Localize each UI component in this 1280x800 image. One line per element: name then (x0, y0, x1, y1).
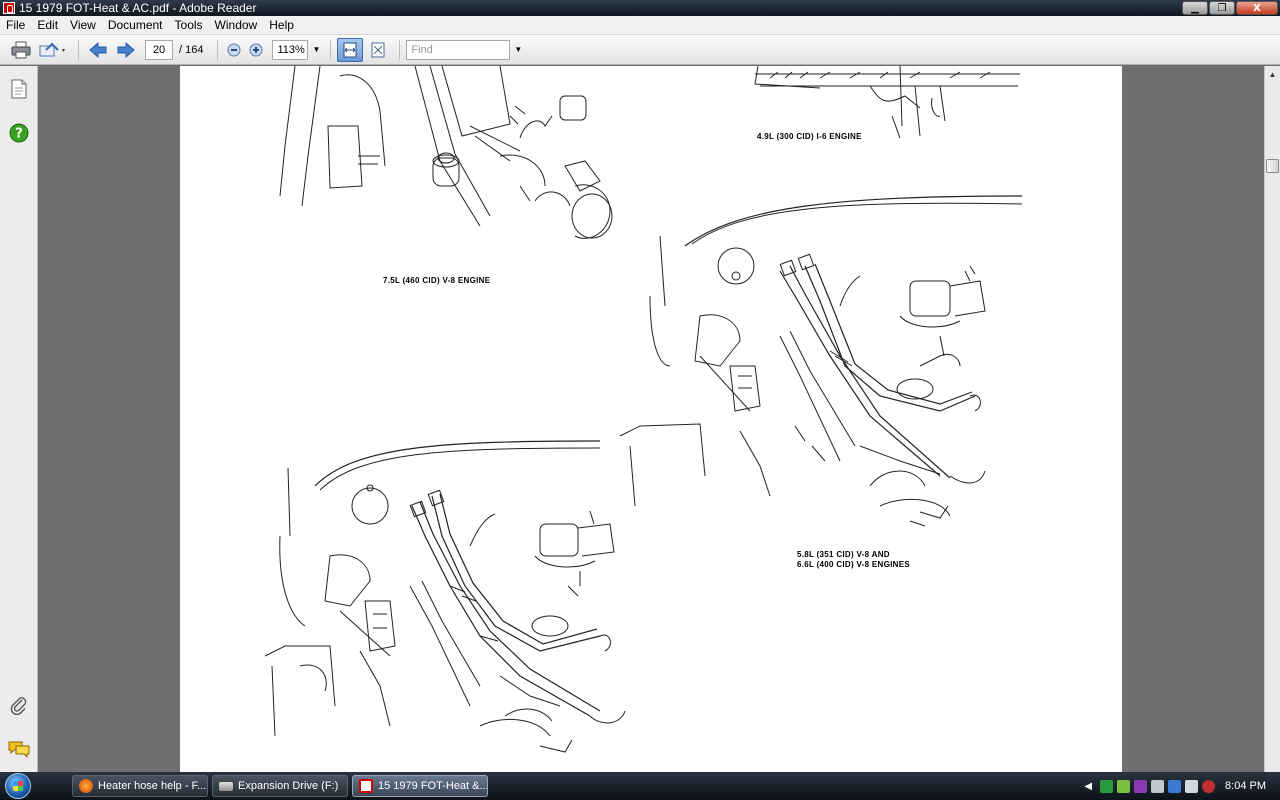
system-tray: ◀ 8:04 PM (1084, 772, 1280, 800)
fit-width-button[interactable] (337, 37, 364, 62)
menu-view[interactable]: View (64, 18, 102, 32)
previous-page-button[interactable] (85, 38, 111, 62)
v8-bottom-engine-drawing (264, 440, 626, 753)
comment-bubbles-icon (8, 741, 30, 758)
power-warning-icon[interactable] (1202, 779, 1216, 793)
caption-v8-351-line1: 5.8L (351 CID) V-8 AND (797, 550, 890, 559)
toolbar-separator (78, 39, 79, 60)
svg-text:?: ? (15, 127, 23, 142)
share-icon (39, 42, 65, 56)
next-page-button[interactable] (113, 38, 139, 62)
restore-button[interactable]: ❐ (1209, 1, 1235, 15)
page-total: / 164 (179, 43, 204, 56)
tray-device-icon[interactable] (1151, 779, 1165, 793)
menu-bar: File Edit View Document Tools Window Hel… (0, 16, 1280, 35)
volume-icon[interactable] (1185, 779, 1199, 793)
zoom-out-button[interactable] (224, 38, 244, 62)
pages-panel-button[interactable] (8, 78, 30, 100)
vertical-scrollbar[interactable]: ▲ (1264, 66, 1280, 772)
menu-window[interactable]: Window (209, 18, 264, 32)
taskbar-item-expansion-drive[interactable]: Expansion Drive (F:) (212, 775, 348, 797)
find-input[interactable]: Find (406, 39, 511, 60)
document-viewport[interactable]: 4.9L (300 CID) I-6 ENGINE 7.5L (460 CID)… (39, 66, 1264, 772)
comments-button[interactable] (8, 738, 30, 760)
title-bar: 15 1979 FOT-Heat & AC.pdf - Adobe Reader… (0, 0, 1280, 16)
toolbar-separator (399, 39, 401, 60)
minimize-button[interactable]: ▁ (1182, 1, 1208, 15)
find-dropdown-arrow[interactable]: ▼ (514, 45, 522, 54)
clock[interactable]: 8:04 PM (1225, 780, 1266, 792)
i6-engine-drawing (754, 66, 1020, 139)
fit-width-icon (343, 42, 357, 57)
start-button[interactable] (0, 772, 36, 800)
pdf-page: 4.9L (300 CID) I-6 ENGINE 7.5L (460 CID)… (180, 66, 1122, 772)
page-number-input[interactable]: 20 (145, 39, 173, 60)
v8-460-engine-drawing (279, 66, 613, 239)
caption-v8-460-engine: 7.5L (460 CID) V-8 ENGINE (383, 276, 491, 285)
arrow-left-icon (89, 41, 107, 58)
page-thumbnail-icon (11, 79, 27, 99)
windows-logo-icon (5, 773, 31, 799)
share-button[interactable] (36, 38, 70, 62)
close-button[interactable]: X (1236, 1, 1278, 15)
taskbar-item-adobe-reader[interactable]: 15 1979 FOT-Heat &... (352, 775, 488, 797)
zoom-level-input[interactable]: 113% (272, 39, 309, 60)
engine-illustrations (264, 66, 1023, 753)
help-button[interactable]: ? (8, 122, 30, 144)
attachments-button[interactable] (8, 694, 30, 716)
toolbar: 20 / 164 113% ▼ Find ▼ (0, 35, 1280, 65)
caption-i6-engine: 4.9L (300 CID) I-6 ENGINE (757, 132, 862, 141)
scrollbar-thumb[interactable] (1266, 159, 1279, 173)
menu-tools[interactable]: Tools (169, 18, 209, 32)
minus-circle-icon (227, 43, 241, 56)
printer-icon (11, 41, 31, 58)
menu-edit[interactable]: Edit (31, 18, 64, 32)
firefox-icon (79, 779, 93, 793)
taskbar-item-firefox[interactable]: Heater hose help - F... (72, 775, 208, 797)
menu-file[interactable]: File (0, 18, 31, 32)
caption-v8-351-line2: 6.6L (400 CID) V-8 ENGINES (797, 560, 911, 569)
toolbar-separator (217, 39, 219, 60)
adobe-reader-icon (3, 2, 15, 14)
scroll-up-arrow[interactable]: ▲ (1265, 66, 1280, 82)
navigation-panel: ? (0, 66, 38, 772)
paperclip-icon (10, 697, 27, 715)
menu-help[interactable]: Help (263, 18, 300, 32)
print-button[interactable] (8, 38, 34, 62)
arrow-right-icon (117, 41, 135, 58)
taskbar: Heater hose help - F... Expansion Drive … (0, 772, 1280, 800)
fit-page-icon (371, 42, 385, 57)
tray-check-icon[interactable] (1117, 779, 1131, 793)
tray-app-icon[interactable] (1100, 779, 1114, 793)
help-question-icon: ? (9, 123, 29, 143)
zoom-in-button[interactable] (246, 38, 266, 62)
fit-page-button[interactable] (365, 38, 391, 62)
show-hidden-icons-chevron-icon[interactable]: ◀ (1084, 781, 1092, 792)
window-title: 15 1979 FOT-Heat & AC.pdf - Adobe Reader (19, 1, 257, 15)
drive-icon (219, 781, 233, 791)
plus-circle-icon (249, 43, 263, 56)
pdf-icon (359, 779, 373, 793)
zoom-dropdown-arrow[interactable]: ▼ (312, 45, 320, 54)
tray-media-icon[interactable] (1134, 779, 1148, 793)
window-controls: ▁ ❐ X (1181, 1, 1278, 15)
v8-351-engine-drawing (619, 195, 1023, 527)
network-icon[interactable] (1168, 779, 1182, 793)
menu-document[interactable]: Document (102, 18, 169, 32)
toolbar-separator (330, 39, 332, 60)
